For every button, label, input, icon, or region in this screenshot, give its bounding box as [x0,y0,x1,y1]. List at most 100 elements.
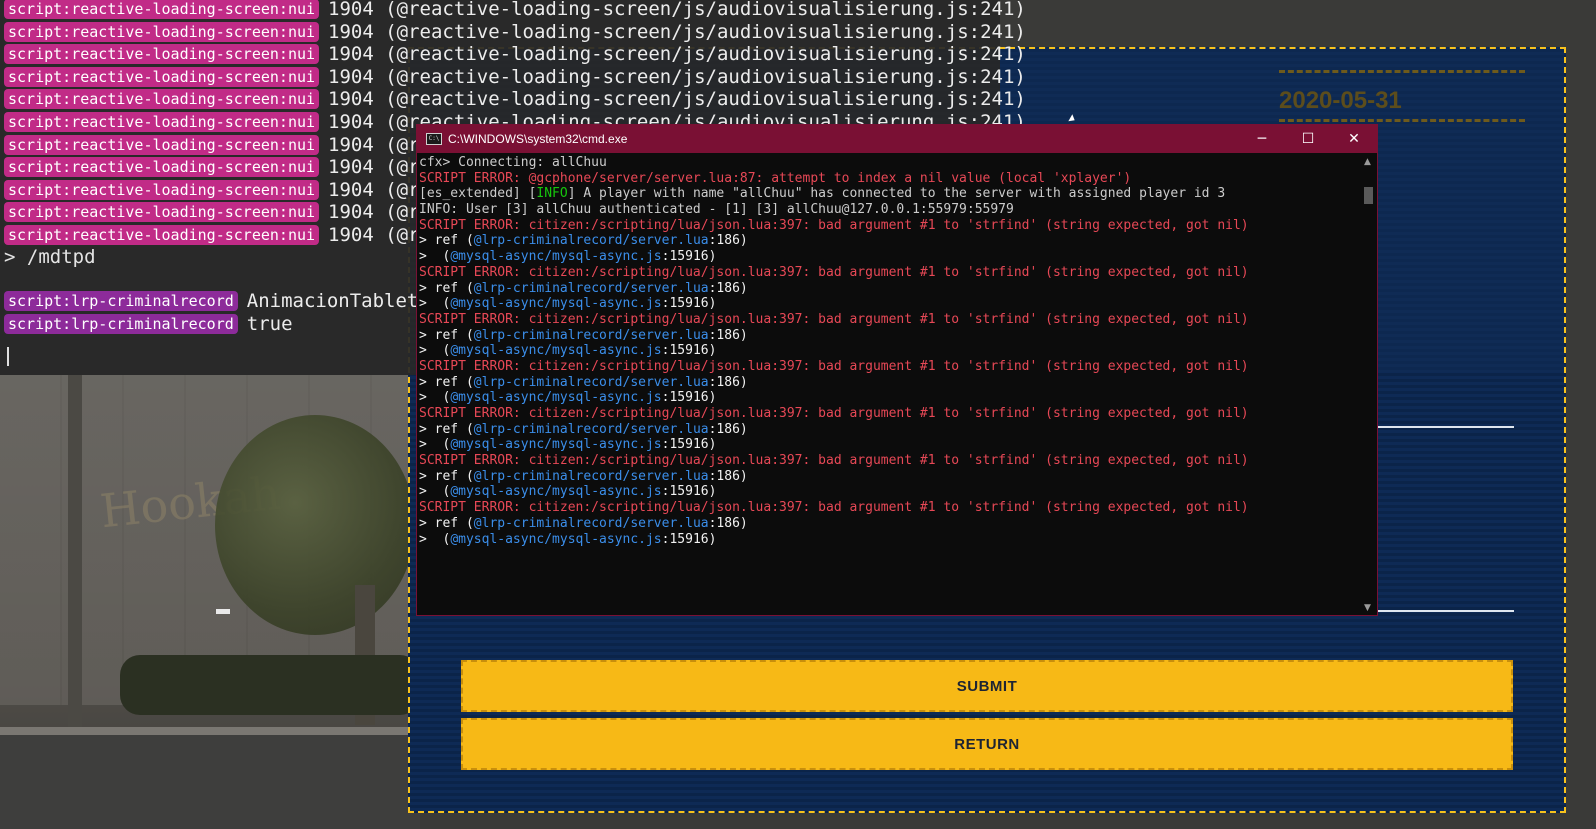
cmd-app-icon: C:\ [426,133,442,145]
cmd-scrollbar[interactable]: ▲ ▼ [1360,153,1377,615]
cmd-output-line: > ref (@lrp-criminalrecord/server.lua:18… [419,233,1359,249]
console-command-echo: > /mdtpd [4,246,96,268]
cmd-output-line: > (@mysql-async/mysql-async.js:15916) [419,390,1359,406]
output-text: > ref ( [419,468,474,484]
cmd-window[interactable]: C:\ C:\WINDOWS\system32\cmd.exe ─ ☐ ✕ cf… [416,124,1378,616]
resource-path: @mysql-async/mysql-async.js [450,390,662,406]
output-text: SCRIPT ERROR: @gcphone/server/server.lua… [419,170,1132,186]
cmd-output-line: SCRIPT ERROR: citizen:/scripting/lua/jso… [419,218,1359,234]
log-message: true [246,313,293,335]
output-text: > ref ( [419,327,474,343]
cmd-output-line: > ref (@lrp-criminalrecord/server.lua:18… [419,281,1359,297]
resource-path: @mysql-async/mysql-async.js [450,296,662,312]
street-pole [68,375,82,755]
ground-marker [216,609,230,614]
cmd-output-line: > ref (@lrp-criminalrecord/server.lua:18… [419,422,1359,438]
tree-canopy [215,415,415,635]
resource-tag: script:reactive-loading-screen:nui [4,21,320,42]
cmd-output-line: SCRIPT ERROR: @gcphone/server/server.lua… [419,171,1359,187]
output-text: SCRIPT ERROR: citizen:/scripting/lua/jso… [419,311,1249,327]
cmd-output-line: INFO: User [3] allChuu authenticated - [… [419,202,1359,218]
output-text: SCRIPT ERROR: citizen:/scripting/lua/jso… [419,217,1249,233]
scroll-up-icon[interactable]: ▲ [1364,157,1371,167]
resource-path: @mysql-async/mysql-async.js [450,531,662,547]
form-field-underline[interactable] [1378,426,1514,428]
cmd-output-line: SCRIPT ERROR: citizen:/scripting/lua/jso… [419,500,1359,516]
output-text: [es_extended] [ [419,186,537,202]
output-text: SCRIPT ERROR: citizen:/scripting/lua/jso… [419,406,1249,421]
resource-path: @lrp-criminalrecord/server.lua [473,280,709,296]
cmd-output-line: > ref (@lrp-criminalrecord/server.lua:18… [419,375,1359,391]
cmd-titlebar[interactable]: C:\ C:\WINDOWS\system32\cmd.exe ─ ☐ ✕ [417,125,1377,153]
form-field-underline[interactable] [1378,610,1514,612]
road [0,735,420,829]
cmd-output-line: > ref (@lrp-criminalrecord/server.lua:18… [419,328,1359,344]
resource-tag: script:reactive-loading-screen:nui [4,66,320,87]
log-message: 1904 (@reactive-loading-screen/js/audiov… [328,20,1026,43]
scrollbar-thumb[interactable] [1364,187,1373,204]
output-text: SCRIPT ERROR: citizen:/scripting/lua/jso… [419,358,1249,374]
output-text: :186) [708,515,748,531]
output-text: :186) [708,468,748,484]
output-text: SCRIPT ERROR: citizen:/scripting/lua/jso… [419,264,1249,280]
resource-tag: script:reactive-loading-screen:nui [4,112,320,132]
scroll-down-icon[interactable]: ▼ [1364,603,1371,613]
log-message: 1904 (@reactive-loading-screen/js/audiov… [328,0,1026,20]
cmd-output-line: SCRIPT ERROR: citizen:/scripting/lua/jso… [419,406,1359,422]
output-text: > ref ( [419,421,474,437]
close-icon[interactable]: ✕ [1331,125,1377,153]
cmd-output-line: [es_extended] [INFO] A player with name … [419,186,1359,202]
cmd-output-line: > ref (@lrp-criminalrecord/server.lua:18… [419,469,1359,485]
log-message: 1904 (@r [328,133,420,156]
console-log-line: script:reactive-loading-screen:nui 1904 (… [4,179,420,201]
log-message: 1904 (@reactive-loading-screen/js/audiov… [328,65,1026,88]
cmd-output-line: SCRIPT ERROR: citizen:/scripting/lua/jso… [419,453,1359,469]
submit-button[interactable]: SUBMIT [461,660,1513,712]
game-world-background: Hookah [0,375,420,829]
output-text: ] A player with name "allChuu" has conne… [567,186,1226,202]
output-text: :15916) [661,249,717,265]
resource-path: @lrp-criminalrecord/server.lua [473,468,709,484]
console-log-line: script:reactive-loading-screen:nui 1904 (… [4,156,420,178]
cmd-output-line: > (@mysql-async/mysql-async.js:15916) [419,296,1359,312]
output-text: :15916) [661,484,717,500]
output-text: :15916) [661,437,717,453]
hedge [120,655,420,715]
output-text: > ( [419,437,451,453]
output-text: > ref ( [419,374,474,390]
log-message: 1904 (@reactive-loading-screen/js/audiov… [328,43,1026,66]
output-text: :186) [708,374,748,390]
maximize-icon[interactable]: ☐ [1285,125,1331,153]
cmd-output-line: > (@mysql-async/mysql-async.js:15916) [419,532,1359,548]
output-text: > ref ( [419,280,474,296]
header-dashed-rule-top [1279,70,1525,73]
cmd-output-line: > (@mysql-async/mysql-async.js:15916) [419,249,1359,265]
resource-path: @mysql-async/mysql-async.js [450,484,662,500]
cmd-output: cfx> Connecting: allChuu SCRIPT ERROR: @g… [419,155,1359,613]
output-text: :15916) [661,343,717,359]
log-message: AnimacionTablet [246,290,419,312]
console-input-caret[interactable] [7,347,9,366]
resource-tag: script:reactive-loading-screen:nui [4,225,320,245]
output-text: > ( [419,390,451,406]
resource-tag: script:reactive-loading-screen:nui [4,89,320,110]
resource-tag: script:reactive-loading-screen:nui [4,179,320,200]
output-text: :186) [708,327,748,343]
console-log-line: script:reactive-loading-screen:nui 1904 (… [4,0,1026,20]
resource-path: @lrp-criminalrecord/server.lua [473,515,709,531]
log-message: 1904 (@r [328,201,420,224]
output-text: > ref ( [419,233,474,249]
log-message: 1904 (@reactive-loading-screen/js/audiov… [328,88,1026,111]
return-button[interactable]: RETURN [461,718,1513,770]
output-text: SCRIPT ERROR: citizen:/scripting/lua/jso… [419,453,1249,469]
cmd-output-line: > (@mysql-async/mysql-async.js:15916) [419,437,1359,453]
output-text: > ( [419,296,451,312]
console-log-line: script:reactive-loading-screen:nui 1904 (… [4,134,420,156]
resource-path: @mysql-async/mysql-async.js [450,249,662,265]
minimize-icon[interactable]: ─ [1239,125,1285,153]
resource-tag: script:lrp-criminalrecord [4,291,238,311]
header-dashed-rule-bottom [1279,119,1525,122]
log-message: 1904 (@r [328,224,420,246]
cmd-output-line: > ref (@lrp-criminalrecord/server.lua:18… [419,516,1359,532]
log-message: 1904 (@r [328,178,420,201]
